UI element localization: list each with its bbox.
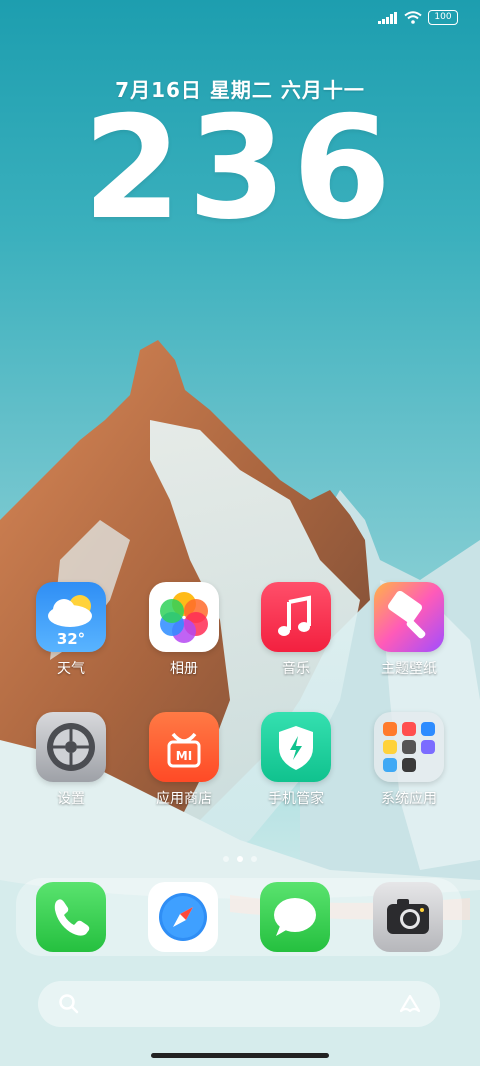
app-store[interactable]: MI 应用商店 [134,712,234,808]
app-weather[interactable]: 32° 天气 [21,582,121,678]
phone-icon[interactable] [36,882,106,952]
app-settings[interactable]: 设置 [21,712,121,808]
photos-icon [149,582,219,652]
app-themes[interactable]: 主题壁纸 [359,582,459,678]
app-label: 系统应用 [381,791,437,807]
home-indicator[interactable] [151,1053,329,1058]
page-dot-active[interactable] [237,856,243,862]
app-label: 手机管家 [268,791,324,807]
svg-text:MI: MI [176,749,192,763]
search-bar[interactable] [38,981,440,1027]
music-icon [261,582,331,652]
page-dot[interactable] [251,856,257,862]
app-label: 应用商店 [156,791,212,807]
weather-temperature: 32° [56,630,86,648]
folder-icon [374,712,444,782]
app-label: 相册 [170,661,198,677]
settings-icon [36,712,106,782]
app-photos[interactable]: 相册 [134,582,234,678]
wifi-icon [404,11,422,24]
app-label: 设置 [57,791,85,807]
page-dot[interactable] [223,856,229,862]
assistant-icon[interactable] [398,993,422,1015]
status-bar: 100 [378,10,458,25]
battery-indicator: 100 [428,10,458,25]
app-music[interactable]: 音乐 [246,582,346,678]
camera-icon[interactable] [373,882,443,952]
messages-icon[interactable] [260,882,330,952]
search-icon [59,994,79,1014]
security-icon [261,712,331,782]
app-folder-system[interactable]: 系统应用 [359,712,459,808]
app-label: 天气 [57,661,85,677]
app-label: 音乐 [282,661,310,677]
app-label: 主题壁纸 [381,661,437,677]
signal-icon [378,11,397,24]
page-indicator [0,856,480,862]
lockscreen-clock: 236 [82,86,398,251]
app-security[interactable]: 手机管家 [246,712,346,808]
themes-icon [374,582,444,652]
browser-icon[interactable] [148,882,218,952]
weather-icon: 32° [36,582,106,652]
app-store-icon: MI [149,712,219,782]
home-screen: 100 7月16日 星期二 六月十一 236 32° 天气 相册 音乐 主题壁纸… [0,0,480,1066]
